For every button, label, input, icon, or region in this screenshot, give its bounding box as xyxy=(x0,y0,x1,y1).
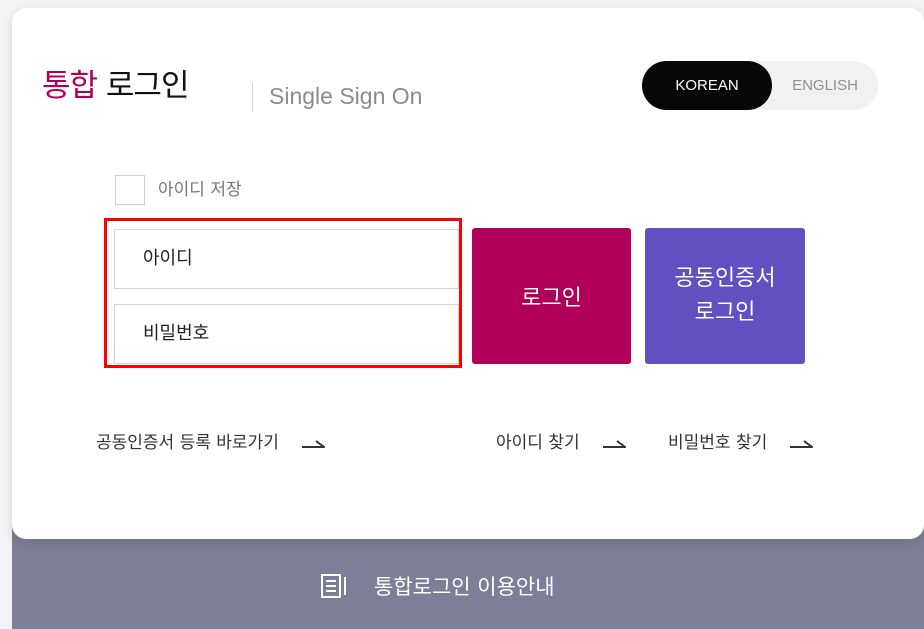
find-password-link[interactable]: 비밀번호 찾기 xyxy=(668,430,814,456)
id-input[interactable]: 아이디 xyxy=(114,229,459,289)
title-divider xyxy=(252,82,253,112)
save-id-checkbox[interactable] xyxy=(115,175,145,205)
arrow-right-icon xyxy=(790,440,814,448)
login-guide-label: 통합로그인 이용안내 xyxy=(374,575,555,599)
language-english-button[interactable]: ENGLISH xyxy=(772,61,878,110)
document-list-icon xyxy=(321,574,346,598)
find-id-link[interactable]: 아이디 찾기 xyxy=(496,430,626,456)
title-main: 로그인 xyxy=(105,68,190,104)
save-id-label: 아이디 저장 xyxy=(158,180,242,200)
login-button[interactable]: 로그인 xyxy=(472,228,631,364)
find-password-link-label: 비밀번호 찾기 xyxy=(668,433,768,453)
login-guide-link[interactable]: 통합로그인 이용안내 xyxy=(320,568,555,604)
title-subtitle: Single Sign On xyxy=(269,83,423,109)
page: 통합 로그인 Single Sign On KOREAN ENGLISH 아이디… xyxy=(0,0,924,629)
find-id-link-label: 아이디 찾기 xyxy=(496,433,580,453)
cert-register-link[interactable]: 공동인증서 등록 바로가기 xyxy=(96,430,325,456)
page-title: 통합 로그인 xyxy=(42,66,190,106)
cert-login-label-line2: 로그인 xyxy=(694,300,756,325)
cert-register-link-label: 공동인증서 등록 바로가기 xyxy=(96,433,279,453)
language-toggle: KOREAN ENGLISH xyxy=(642,61,878,110)
password-input[interactable]: 비밀번호 xyxy=(114,304,459,364)
cert-login-label-line1: 공동인증서 xyxy=(674,266,776,291)
arrow-right-icon xyxy=(301,440,325,448)
cert-login-button[interactable]: 공동인증서 로그인 xyxy=(645,228,805,364)
login-button-label: 로그인 xyxy=(521,286,582,311)
arrow-right-icon xyxy=(602,440,626,448)
language-korean-button[interactable]: KOREAN xyxy=(642,61,772,110)
title-accent: 통합 xyxy=(42,68,98,104)
